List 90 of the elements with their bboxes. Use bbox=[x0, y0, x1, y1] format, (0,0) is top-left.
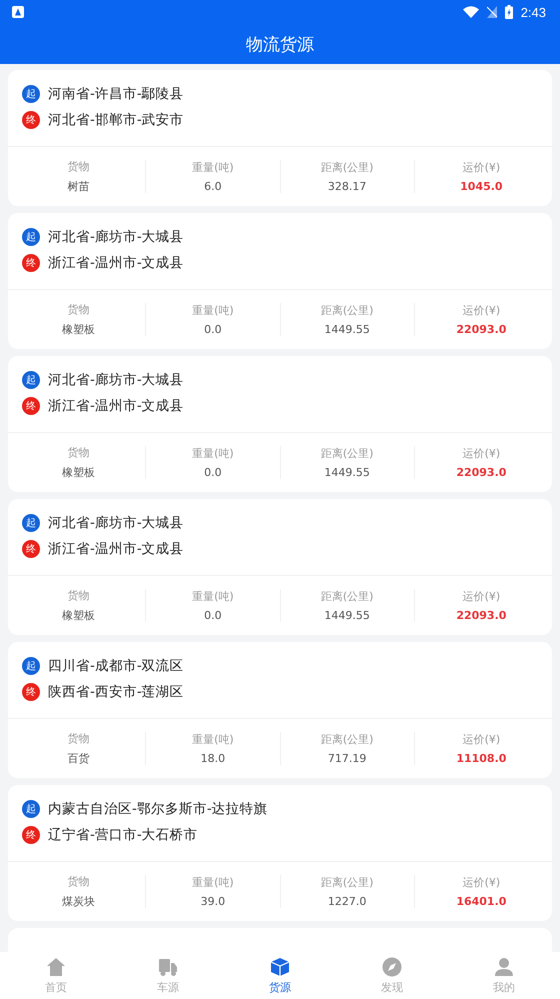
end-badge: 终 bbox=[22, 826, 40, 844]
end-location: 陕西省-西安市-莲湖区 bbox=[48, 682, 184, 700]
stat-label: 货物 bbox=[68, 874, 90, 889]
stat-value: 328.17 bbox=[328, 180, 366, 193]
stat-label: 距离(公里) bbox=[320, 446, 374, 461]
stat-value: 百货 bbox=[68, 751, 90, 766]
stat-label: 重量(吨) bbox=[192, 732, 234, 747]
end-badge: 终 bbox=[22, 396, 40, 414]
cargo-card[interactable]: 起 河北省-廊坊市-大城县 终 浙江省-温州市-文成县 货物 橡塑板 重量(吨) 0.0 距离(公里) 1449.55 运价(¥) 22093.0 bbox=[8, 499, 552, 635]
notification-icon bbox=[12, 6, 24, 18]
stat-label: 运价(¥) bbox=[462, 589, 500, 604]
home-icon bbox=[46, 956, 66, 976]
start-badge: 起 bbox=[22, 656, 40, 674]
start-badge: 起 bbox=[22, 800, 40, 818]
end-location: 河北省-邯郸市-武安市 bbox=[48, 110, 184, 128]
stat-value: 1449.55 bbox=[324, 609, 370, 622]
stat-label: 货物 bbox=[68, 731, 90, 746]
stat-value: 树苗 bbox=[68, 179, 90, 194]
stat-label: 运价(¥) bbox=[462, 160, 500, 175]
stat-value: 1227.0 bbox=[328, 895, 366, 908]
start-location: 河北省-廊坊市-大城县 bbox=[48, 228, 184, 246]
start-location: 河北省-廊坊市-大城县 bbox=[48, 514, 184, 532]
start-badge: 起 bbox=[22, 84, 40, 102]
price-value: 22093.0 bbox=[456, 323, 506, 336]
page-title: 物流货源 bbox=[246, 34, 314, 56]
end-location: 辽宁省-营口市-大石桥市 bbox=[48, 826, 198, 844]
stat-value: 717.19 bbox=[328, 752, 366, 765]
box-icon bbox=[270, 956, 290, 976]
start-badge: 起 bbox=[22, 514, 40, 532]
stat-value: 18.0 bbox=[200, 752, 226, 765]
price-value: 11108.0 bbox=[456, 752, 506, 765]
cargo-card[interactable]: 起 河北省-廊坊市-大城县 终 浙江省-温州市-文成县 货物 橡塑板 重量(吨) 0.0 距离(公里) 1449.55 运价(¥) 22093.0 bbox=[8, 213, 552, 349]
stat-label: 重量(吨) bbox=[192, 160, 234, 175]
stat-value: 6.0 bbox=[204, 180, 222, 193]
stat-label: 货物 bbox=[68, 159, 90, 174]
price-value: 1045.0 bbox=[460, 180, 503, 193]
price-value: 22093.0 bbox=[456, 609, 506, 622]
start-location: 内蒙古自治区-鄂尔多斯市-达拉特旗 bbox=[48, 800, 268, 818]
stat-label: 货物 bbox=[68, 302, 90, 317]
stat-label: 重量(吨) bbox=[192, 875, 234, 890]
price-value: 22093.0 bbox=[456, 466, 506, 479]
tab-item[interactable]: 货源 bbox=[224, 952, 336, 999]
stat-label: 距离(公里) bbox=[320, 160, 374, 175]
stat-label: 距离(公里) bbox=[320, 732, 374, 747]
cargo-card[interactable]: 起 河南省-许昌市-鄢陵县 终 河北省-邯郸市-武安市 货物 树苗 重量(吨) 6.0 距离(公里) 328.17 运价(¥) 1045.0 bbox=[8, 70, 552, 206]
stat-label: 距离(公里) bbox=[320, 875, 374, 890]
cargo-card[interactable]: 起 河北省-廊坊市-大城县 终 浙江省-温州市-文成县 货物 橡塑板 重量(吨) 0.0 距离(公里) 1449.55 运价(¥) 22093.0 bbox=[8, 356, 552, 492]
stat-label: 运价(¥) bbox=[462, 446, 500, 461]
stat-label: 重量(吨) bbox=[192, 446, 234, 461]
stat-label: 运价(¥) bbox=[462, 875, 500, 890]
cargo-card[interactable]: 起 内蒙古自治区-鄂尔多斯市-达拉特旗 终 辽宁省-营口市-大石桥市 货物 煤炭块 重量(吨) 39.0 距离(公里) 1227.0 运价(¥) 16401.0 bbox=[8, 785, 552, 921]
stat-label: 货物 bbox=[68, 445, 90, 460]
battery-icon bbox=[504, 5, 513, 19]
stat-value: 0.0 bbox=[204, 609, 222, 622]
stat-value: 橡塑板 bbox=[62, 465, 96, 480]
start-location: 河北省-廊坊市-大城县 bbox=[48, 370, 184, 388]
end-badge: 终 bbox=[22, 110, 40, 128]
stat-value: 1449.55 bbox=[324, 323, 370, 336]
start-badge: 起 bbox=[22, 228, 40, 246]
stat-label: 距离(公里) bbox=[320, 303, 374, 318]
stat-value: 1449.55 bbox=[324, 466, 370, 479]
stat-value: 39.0 bbox=[200, 895, 226, 908]
start-location: 四川省-成都市-双流区 bbox=[48, 656, 184, 674]
start-badge: 起 bbox=[22, 370, 40, 388]
end-location: 浙江省-温州市-文成县 bbox=[48, 254, 184, 272]
stat-label: 距离(公里) bbox=[320, 589, 374, 604]
wifi-icon bbox=[462, 6, 479, 18]
cargo-card[interactable]: 起 四川省-成都市-双流区 终 陕西省-西安市-莲湖区 货物 百货 重量(吨) 18.0 距离(公里) 717.19 运价(¥) 11108.0 bbox=[8, 642, 552, 778]
price-value: 16401.0 bbox=[456, 895, 506, 908]
compass-icon bbox=[382, 956, 402, 976]
status-time: 2:43 bbox=[520, 4, 546, 20]
end-location: 浙江省-温州市-文成县 bbox=[48, 540, 184, 558]
stat-value: 煤炭块 bbox=[62, 894, 96, 909]
end-location: 浙江省-温州市-文成县 bbox=[48, 396, 184, 414]
stat-label: 货物 bbox=[68, 588, 90, 603]
truck-icon bbox=[158, 956, 178, 976]
stat-value: 0.0 bbox=[204, 323, 222, 336]
stat-value: 橡塑板 bbox=[62, 322, 96, 337]
stat-label: 重量(吨) bbox=[192, 589, 234, 604]
end-badge: 终 bbox=[22, 254, 40, 272]
stat-value: 橡塑板 bbox=[62, 608, 96, 623]
start-location: 河南省-许昌市-鄢陵县 bbox=[48, 84, 184, 102]
stat-label: 重量(吨) bbox=[192, 303, 234, 318]
no-signal-icon bbox=[486, 6, 497, 18]
stat-label: 运价(¥) bbox=[462, 303, 500, 318]
stat-value: 0.0 bbox=[204, 466, 222, 479]
person-icon bbox=[494, 956, 514, 976]
end-badge: 终 bbox=[22, 682, 40, 700]
stat-label: 运价(¥) bbox=[462, 732, 500, 747]
end-badge: 终 bbox=[22, 540, 40, 558]
